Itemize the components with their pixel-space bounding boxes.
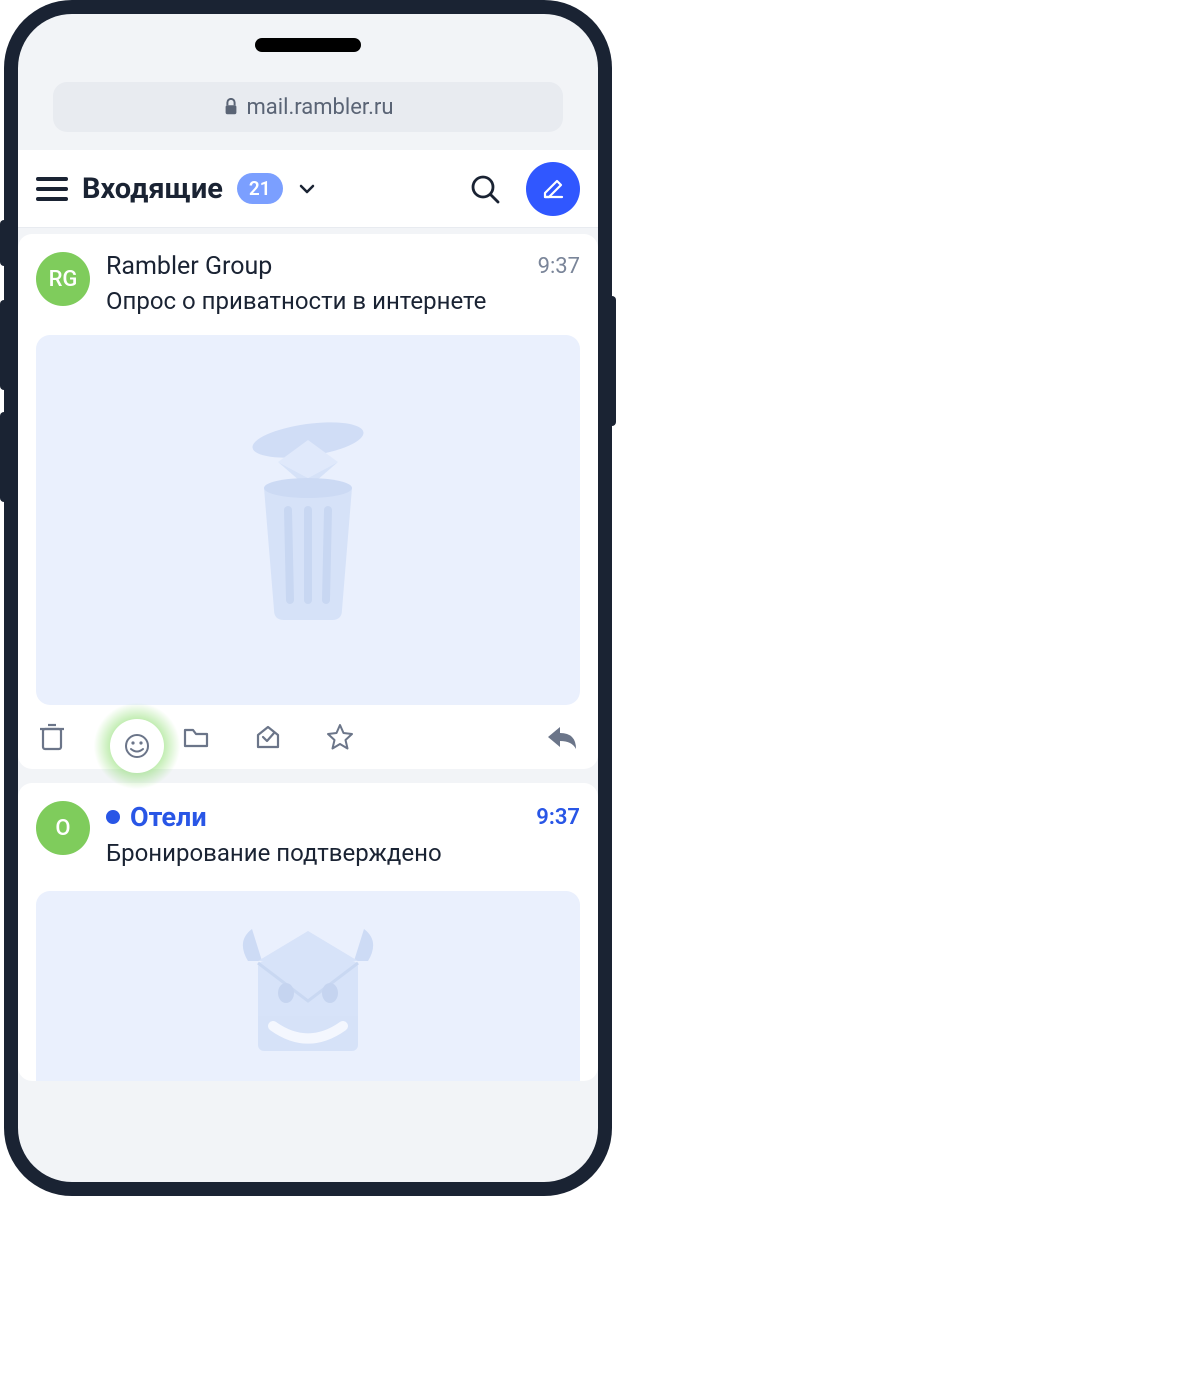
avatar-initials: RG — [49, 267, 78, 292]
unread-badge: 21 — [237, 173, 283, 204]
url-bar[interactable]: mail.rambler.ru — [53, 82, 563, 132]
mark-read-icon[interactable] — [254, 723, 282, 751]
email-time: 9:37 — [536, 805, 580, 830]
search-icon[interactable] — [470, 174, 500, 204]
action-bar — [18, 705, 598, 769]
email-top-row: Rambler Group 9:37 — [106, 252, 580, 281]
menu-icon[interactable] — [36, 177, 68, 201]
email-header: O Отели 9:37 Бронирование подтверждено — [18, 783, 598, 877]
unread-dot-icon — [106, 810, 120, 824]
url-text: mail.rambler.ru — [247, 95, 394, 120]
reply-icon[interactable] — [546, 723, 578, 751]
compose-button[interactable] — [526, 162, 580, 216]
sender-name: Rambler Group — [106, 252, 272, 281]
viking-envelope-icon — [218, 921, 398, 1081]
phone-volume-up-button — [0, 300, 8, 390]
email-preview-image — [36, 891, 580, 1081]
folder-title[interactable]: Входящие — [82, 172, 223, 206]
email-card[interactable]: O Отели 9:37 Бронирование подтверждено — [18, 783, 598, 1081]
email-subject: Опрос о приватности в интернете — [106, 287, 580, 315]
star-icon[interactable] — [326, 723, 354, 751]
phone-power-button — [608, 296, 616, 426]
avatar-initials: O — [55, 816, 70, 841]
sender-name-text: Отели — [130, 801, 207, 833]
email-list: RG Rambler Group 9:37 Опрос о приватност… — [18, 234, 598, 1081]
email-preview-image — [36, 335, 580, 705]
email-header: RG Rambler Group 9:37 Опрос о приватност… — [18, 234, 598, 325]
folder-icon[interactable] — [182, 723, 210, 751]
trash-illustration-icon — [228, 410, 388, 630]
email-time: 9:37 — [538, 254, 580, 279]
phone-notch — [255, 38, 361, 52]
email-info: Отели 9:37 Бронирование подтверждено — [106, 801, 580, 867]
email-info: Rambler Group 9:37 Опрос о приватности в… — [106, 252, 580, 315]
pencil-icon — [540, 176, 566, 202]
phone-side-button — [0, 220, 8, 266]
delete-icon[interactable] — [38, 723, 66, 751]
avatar: O — [36, 801, 90, 855]
chevron-down-icon[interactable] — [299, 184, 315, 194]
lock-icon — [223, 98, 239, 116]
email-card[interactable]: RG Rambler Group 9:37 Опрос о приватност… — [18, 234, 598, 769]
app-header: Входящие 21 — [18, 150, 598, 228]
smile-icon — [123, 732, 151, 760]
phone-screen: mail.rambler.ru Входящие 21 — [18, 14, 598, 1182]
phone-volume-down-button — [0, 412, 8, 502]
sender-name: Отели — [106, 801, 207, 833]
highlighted-action[interactable] — [110, 719, 164, 773]
email-subject: Бронирование подтверждено — [106, 839, 580, 867]
phone-frame: mail.rambler.ru Входящие 21 — [4, 0, 612, 1196]
avatar: RG — [36, 252, 90, 306]
email-top-row: Отели 9:37 — [106, 801, 580, 833]
browser-bar: mail.rambler.ru — [18, 74, 598, 134]
